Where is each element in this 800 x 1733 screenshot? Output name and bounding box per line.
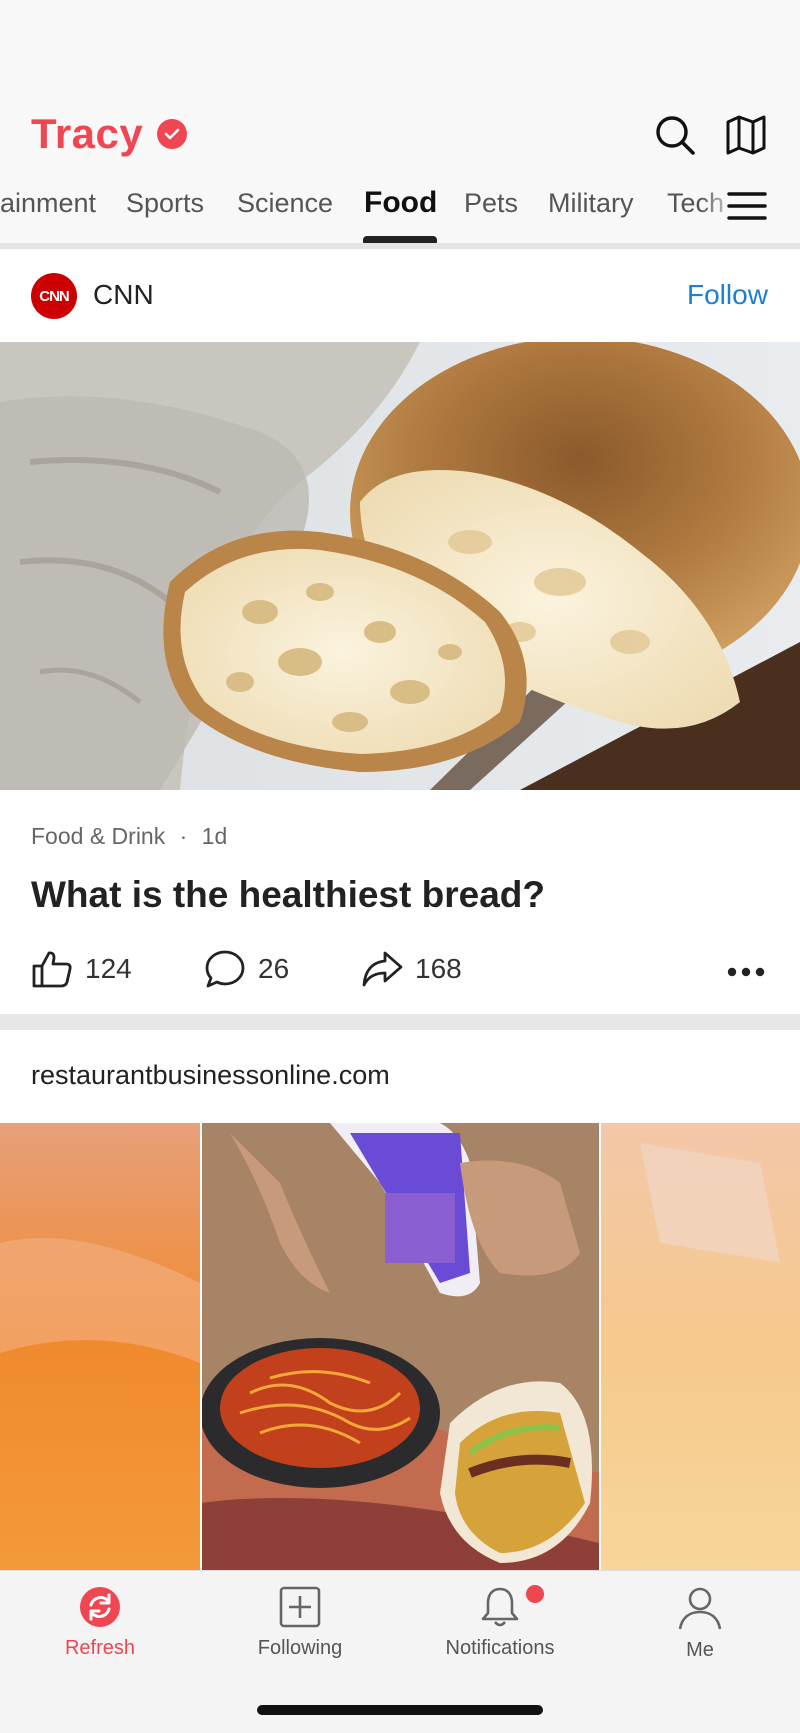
comment-count: 26	[258, 953, 290, 984]
add-square-icon	[279, 1586, 321, 1628]
tab-military[interactable]: Military	[548, 188, 634, 219]
tab-food[interactable]: Food	[364, 186, 437, 220]
tab-sports[interactable]: Sports	[126, 188, 204, 219]
verified-icon	[157, 119, 188, 149]
news-card[interactable]: CNN CNN Follow Food & Drink · 1d What is…	[0, 249, 800, 1014]
comment-button[interactable]: 26	[204, 949, 289, 989]
article-age: 1d	[201, 823, 228, 849]
follow-button[interactable]: Follow	[687, 279, 768, 311]
article-meta: Food & Drink · 1d	[31, 823, 227, 850]
refresh-icon	[80, 1587, 120, 1627]
article-category: Food & Drink	[31, 823, 166, 849]
share-button[interactable]: 168	[361, 949, 462, 989]
thumbs-up-icon	[32, 951, 72, 988]
share-count: 168	[415, 953, 462, 984]
profile-icon	[678, 1587, 722, 1630]
card-source-row: CNN CNN Follow	[0, 249, 800, 343]
category-tabs: ainment Sports Science Food Pets Militar…	[0, 180, 800, 228]
map-icon[interactable]	[724, 113, 768, 157]
search-icon[interactable]	[653, 113, 697, 157]
like-button[interactable]: 124	[31, 949, 132, 989]
nav-following[interactable]: Following	[200, 1585, 400, 1660]
nav-notifications-label: Notifications	[445, 1637, 555, 1659]
home-indicator	[257, 1705, 543, 1715]
cnn-logo[interactable]: CNN	[31, 273, 77, 319]
article-image-gallery[interactable]	[0, 1123, 800, 1571]
nav-me[interactable]: Me	[600, 1585, 800, 1662]
bell-icon	[481, 1587, 519, 1627]
nav-refresh-label: Refresh	[64, 1637, 136, 1659]
nav-me-label: Me	[686, 1639, 714, 1661]
brand[interactable]: Tracy	[31, 110, 188, 158]
source-name[interactable]: CNN	[93, 279, 154, 311]
hamburger-menu-icon[interactable]	[726, 190, 768, 222]
tab-pets[interactable]: Pets	[464, 188, 518, 219]
like-count: 124	[85, 953, 132, 984]
nav-notifications[interactable]: Notifications	[400, 1585, 600, 1660]
tab-entertainment[interactable]: ainment	[0, 188, 96, 219]
news-card[interactable]: restaurantbusinessonline.com	[0, 1030, 800, 1571]
share-icon	[362, 951, 403, 987]
more-options-icon[interactable]	[726, 965, 766, 977]
comment-icon	[205, 950, 245, 988]
nav-following-label: Following	[257, 1637, 343, 1659]
brand-name: Tracy	[31, 110, 144, 157]
notification-badge	[526, 1585, 544, 1603]
card-separator	[0, 1014, 800, 1030]
source-domain[interactable]: restaurantbusinessonline.com	[31, 1060, 390, 1091]
app-header: Tracy ainment Sports Science Food Pets M…	[0, 0, 800, 249]
meta-separator: ·	[179, 823, 188, 849]
nav-refresh[interactable]: Refresh	[0, 1585, 200, 1660]
article-image-bread[interactable]	[0, 342, 800, 790]
article-headline[interactable]: What is the healthiest bread?	[31, 874, 545, 916]
tab-science[interactable]: Science	[237, 188, 333, 219]
